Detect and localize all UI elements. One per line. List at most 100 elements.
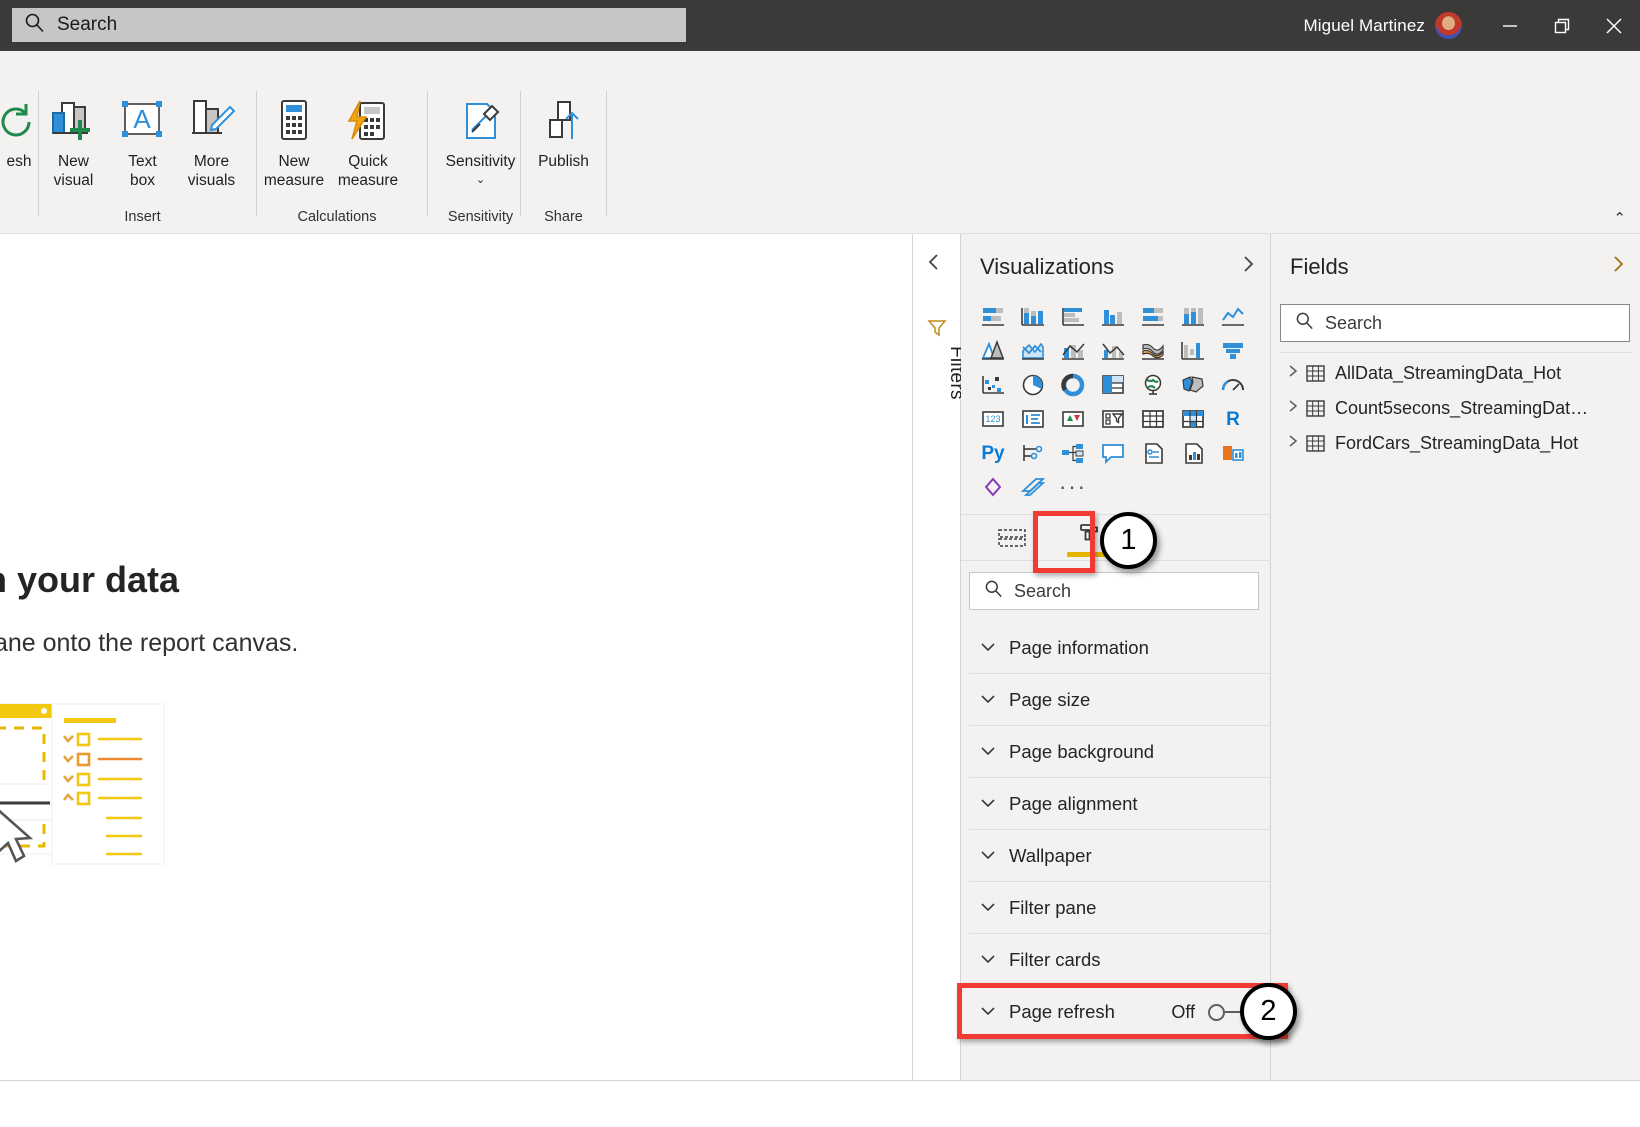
search-icon	[1295, 311, 1314, 335]
arcgis-maps-icon[interactable]	[973, 470, 1013, 504]
report-canvas[interactable]: als with your data e Fields pane onto th…	[0, 234, 913, 1080]
waterfall-chart-icon[interactable]	[1173, 334, 1213, 368]
text-box-icon: A	[118, 93, 168, 149]
avatar[interactable]	[1435, 12, 1462, 39]
format-search-input[interactable]: Search	[969, 572, 1259, 610]
line-chart-icon[interactable]	[1213, 300, 1253, 334]
filled-map-icon[interactable]	[1173, 368, 1213, 402]
ribbon-group-label-sensitivity: Sensitivity	[428, 209, 533, 225]
fields-table-row[interactable]: Count5secons_StreamingDat…	[1280, 391, 1632, 426]
chevron-down-icon	[979, 898, 1009, 918]
multi-row-card-icon[interactable]	[1013, 402, 1053, 436]
area-chart-icon[interactable]	[973, 334, 1013, 368]
status-bar	[0, 1080, 1640, 1127]
kpi-icon[interactable]	[1053, 402, 1093, 436]
text-box-label: Text box	[128, 153, 156, 191]
user-name[interactable]: Miguel Martinez	[1304, 16, 1426, 36]
fields-search-input[interactable]: Search	[1280, 304, 1630, 342]
onboarding-illustration	[0, 696, 260, 876]
python-visual-icon[interactable]: Py	[973, 436, 1013, 470]
more-options-icon[interactable]: ···	[1053, 470, 1093, 504]
publish-button[interactable]: Publish	[521, 93, 606, 172]
r-script-visual-icon[interactable]: R	[1213, 402, 1253, 436]
smart-narrative-icon[interactable]	[1133, 436, 1173, 470]
onboarding-subtitle: e Fields pane onto the report canvas.	[0, 629, 298, 658]
table-icon[interactable]	[1133, 402, 1173, 436]
sensitivity-button[interactable]: Sensitivity ⌄	[428, 93, 533, 186]
fields-table-name: Count5secons_StreamingDat…	[1335, 398, 1588, 419]
clustered-bar-chart-icon[interactable]	[1053, 300, 1093, 334]
key-influencers-icon[interactable]	[1013, 436, 1053, 470]
power-apps-icon[interactable]	[1013, 470, 1053, 504]
decomposition-tree-icon[interactable]	[1053, 436, 1093, 470]
100-stacked-bar-chart-icon[interactable]	[1133, 300, 1173, 334]
global-search-box[interactable]: Search	[12, 8, 686, 42]
format-section-page-background[interactable]: Page background	[969, 726, 1271, 778]
chevron-left-icon[interactable]	[926, 252, 942, 278]
text-box-button[interactable]: A Text box	[108, 93, 177, 191]
new-visual-button[interactable]: New visual	[39, 93, 108, 191]
visualization-type-grid[interactable]: 123 R Py ···	[973, 300, 1259, 504]
format-section-page-alignment[interactable]: Page alignment	[969, 778, 1271, 830]
format-section-label: Filter cards	[1009, 949, 1101, 971]
chevron-right-icon[interactable]	[1280, 399, 1306, 418]
quick-measure-button[interactable]: Quick measure	[331, 93, 405, 191]
filter-funnel-icon[interactable]	[927, 318, 947, 343]
ribbon-group-sensitivity: Sensitivity ⌄ Sensitivity	[428, 51, 533, 234]
callout-2-number: 2	[1260, 995, 1276, 1028]
format-section-filter-pane[interactable]: Filter pane	[969, 882, 1271, 934]
pie-chart-icon[interactable]	[1013, 368, 1053, 402]
chevron-right-icon[interactable]	[1240, 254, 1256, 280]
gauge-icon[interactable]	[1213, 368, 1253, 402]
scatter-chart-icon[interactable]	[973, 368, 1013, 402]
treemap-icon[interactable]	[1093, 368, 1133, 402]
line-and-stacked-column-chart-icon[interactable]	[1053, 334, 1093, 368]
new-measure-button[interactable]: New measure	[257, 93, 331, 191]
qna-icon[interactable]	[1093, 436, 1133, 470]
clustered-column-chart-icon[interactable]	[1093, 300, 1133, 334]
matrix-icon[interactable]	[1173, 402, 1213, 436]
map-icon[interactable]	[1133, 368, 1173, 402]
format-search-placeholder: Search	[1014, 581, 1071, 602]
visualizations-pane: Visualizations	[961, 234, 1271, 1080]
stacked-bar-chart-icon[interactable]	[973, 300, 1013, 334]
filters-rail[interactable]: Filters	[913, 234, 961, 1080]
format-section-filter-cards[interactable]: Filter cards	[969, 934, 1271, 986]
donut-chart-icon[interactable]	[1053, 368, 1093, 402]
fields-table-row[interactable]: FordCars_StreamingData_Hot	[1280, 426, 1632, 461]
format-section-wallpaper[interactable]: Wallpaper	[969, 830, 1271, 882]
close-button[interactable]	[1588, 0, 1640, 51]
chevron-down-icon[interactable]: ⌄	[476, 173, 485, 186]
ribbon-collapse-button[interactable]: ⌃	[1613, 209, 1626, 227]
funnel-chart-icon[interactable]	[1213, 334, 1253, 368]
slicer-icon[interactable]	[1093, 402, 1133, 436]
ribbon-group-label-insert: Insert	[39, 209, 246, 225]
more-visuals-button[interactable]: More visuals	[177, 93, 246, 191]
chevron-right-icon[interactable]	[1280, 364, 1306, 383]
format-section-label: Page alignment	[1009, 793, 1138, 815]
quick-measure-icon	[344, 93, 392, 149]
stacked-area-chart-icon[interactable]	[1013, 334, 1053, 368]
restore-button[interactable]	[1536, 0, 1588, 51]
ribbon-chart-icon[interactable]	[1133, 334, 1173, 368]
chevron-down-icon	[979, 742, 1009, 762]
line-and-clustered-column-chart-icon[interactable]	[1093, 334, 1133, 368]
highlight-format-tab	[1033, 511, 1095, 573]
chevron-right-icon[interactable]	[1280, 434, 1306, 453]
svg-text:A: A	[133, 104, 151, 134]
100-stacked-column-chart-icon[interactable]	[1173, 300, 1213, 334]
format-section-page-information[interactable]: Page information	[969, 622, 1271, 674]
refresh-button[interactable]: esh	[0, 93, 38, 172]
callout-1: 1	[1100, 512, 1157, 569]
format-section-page-size[interactable]: Page size	[969, 674, 1271, 726]
get-more-visuals-icon[interactable]	[1213, 436, 1253, 470]
fields-table-row[interactable]: AllData_StreamingData_Hot	[1280, 356, 1632, 391]
paginated-report-icon[interactable]	[1173, 436, 1213, 470]
refresh-icon	[0, 93, 40, 149]
card-icon[interactable]: 123	[973, 402, 1013, 436]
chevron-right-icon[interactable]	[1610, 254, 1626, 280]
minimize-button[interactable]	[1484, 0, 1536, 51]
new-visual-icon	[48, 93, 100, 149]
stacked-column-chart-icon[interactable]	[1013, 300, 1053, 334]
table-icon	[1306, 365, 1325, 382]
